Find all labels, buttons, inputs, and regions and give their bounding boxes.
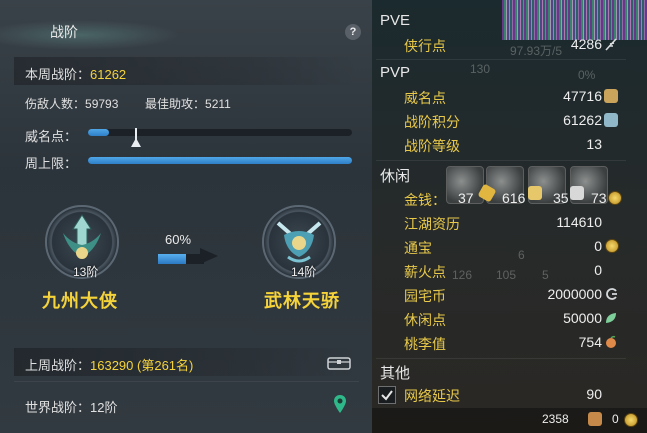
background-text: 126 bbox=[452, 268, 473, 282]
weekly-cap-progress-bar bbox=[88, 157, 352, 164]
current-tier-name: 九州大侠 bbox=[42, 291, 118, 311]
next-tier-name: 武林天骄 bbox=[264, 291, 340, 311]
silver-ingot-icon bbox=[528, 186, 542, 200]
divider bbox=[376, 160, 626, 161]
section-pve-header: PVE bbox=[380, 12, 411, 29]
copper-ingot-icon bbox=[570, 186, 584, 200]
help-icon[interactable]: ? bbox=[345, 24, 361, 40]
latency-checkbox[interactable] bbox=[378, 386, 396, 404]
leisure-item-label: 通宝 bbox=[404, 240, 432, 256]
weekly-rank: 本周战阶：61262 bbox=[25, 64, 126, 83]
war-rank-panel: 战阶 ? 本周战阶：61262 伤敌人数：59793 最佳助攻：5211 威名点… bbox=[0, 0, 372, 433]
leisure-item-label: 薪火点 bbox=[404, 264, 446, 280]
section-other-header: 其他 bbox=[380, 365, 411, 382]
leisure-item-value: 0 bbox=[594, 262, 602, 278]
leisure-item-value: 50000 bbox=[563, 310, 602, 326]
leisure-item-label: 江湖资历 bbox=[404, 216, 460, 232]
tongbao-coin-icon bbox=[605, 239, 619, 253]
pvp-item-value: 13 bbox=[586, 136, 602, 152]
pvp-item-label: 战阶积分 bbox=[404, 114, 460, 130]
last-week-rank: 上周战阶：163290 (第261名) bbox=[25, 355, 193, 374]
section-pvp-header: PVP bbox=[380, 64, 411, 81]
map-pin-icon[interactable] bbox=[333, 394, 347, 414]
pvp-item-label: 威名点 bbox=[404, 90, 446, 106]
currency-panel: 130 0% 97.93万/5 126 105 5 6 PVE 侠行点 4286… bbox=[372, 0, 647, 433]
world-rank-value: 12阶 bbox=[90, 400, 118, 415]
leaf-icon bbox=[604, 311, 618, 325]
title-decoration bbox=[0, 20, 180, 50]
prestige-icon bbox=[604, 89, 618, 103]
injury-count: 伤敌人数：59793 bbox=[25, 95, 118, 112]
war-score-icon bbox=[604, 113, 618, 127]
leisure-item-value: 0 bbox=[594, 238, 602, 254]
best-assist: 最佳助攻：5211 bbox=[145, 95, 231, 112]
leisure-item-label: 园宅币 bbox=[404, 288, 446, 304]
latency-value: 90 bbox=[586, 386, 602, 402]
pve-item-value: 4286 bbox=[570, 36, 602, 52]
panel-title: 战阶 bbox=[50, 24, 78, 40]
divider bbox=[376, 59, 626, 60]
weekly-rank-value: 61262 bbox=[90, 67, 127, 82]
header-decoration bbox=[502, 0, 647, 40]
best-assist-label: 最佳助攻： bbox=[145, 97, 206, 111]
leisure-item-value: 2000000 bbox=[547, 286, 602, 302]
current-tier-rank: 13阶 bbox=[73, 265, 99, 279]
footer-coin-icon bbox=[624, 413, 638, 427]
next-tier-rank: 14阶 bbox=[291, 265, 317, 279]
divider bbox=[14, 381, 359, 382]
weekly-cap-label: 周上限： bbox=[25, 156, 78, 171]
tier-progress-bar bbox=[158, 254, 204, 264]
weekly-rank-label: 本周战阶： bbox=[25, 67, 91, 82]
background-text: 105 bbox=[496, 268, 517, 282]
tier-progress-percent: 60% bbox=[165, 232, 192, 247]
latency-label: 网络延迟 bbox=[404, 388, 460, 404]
pve-item-label: 侠行点 bbox=[404, 38, 446, 54]
background-text: 0% bbox=[578, 68, 596, 82]
money-silver-value: 616 bbox=[502, 190, 526, 206]
world-rank: 世界战阶：12阶 bbox=[25, 397, 117, 416]
weekly-cap-progress-fill bbox=[88, 157, 352, 164]
last-week-value: 163290 (第261名) bbox=[90, 358, 194, 373]
prestige-marker-icon bbox=[131, 138, 142, 147]
coin-icon bbox=[608, 191, 622, 205]
footer-bar bbox=[372, 408, 647, 433]
prestige-progress-fill bbox=[88, 129, 110, 136]
money-label: 金钱： bbox=[404, 192, 446, 208]
money-gold-value: 37 bbox=[458, 190, 474, 206]
leisure-item-value: 114610 bbox=[556, 214, 602, 230]
money-other-value: 73 bbox=[591, 190, 607, 206]
peach-icon bbox=[604, 335, 618, 349]
check-icon bbox=[381, 390, 393, 401]
pvp-item-value: 61262 bbox=[563, 112, 602, 128]
world-rank-label: 世界战阶： bbox=[25, 400, 91, 415]
divider bbox=[376, 358, 626, 359]
money-copper-value: 35 bbox=[553, 190, 569, 206]
prestige-progress-bar bbox=[88, 129, 352, 136]
background-text: 130 bbox=[470, 62, 491, 76]
chest-icon[interactable] bbox=[327, 354, 351, 370]
footer-value-a: 2358 bbox=[542, 412, 569, 426]
pvp-item-label: 战阶等级 bbox=[404, 138, 460, 154]
footer-value-b: 0 bbox=[612, 412, 619, 426]
best-assist-value: 5211 bbox=[205, 97, 231, 111]
last-week-label: 上周战阶： bbox=[25, 358, 91, 373]
leisure-item-label: 桃李值 bbox=[404, 336, 446, 352]
footer-item-icon bbox=[588, 412, 602, 426]
leisure-item-label: 休闲点 bbox=[404, 312, 446, 328]
tier-arrow-icon bbox=[200, 248, 218, 264]
injury-count-label: 伤敌人数： bbox=[25, 97, 86, 111]
house-coin-icon bbox=[604, 287, 618, 301]
prestige-label: 威名点： bbox=[25, 129, 78, 144]
injury-count-value: 59793 bbox=[85, 97, 119, 111]
section-leisure-header: 休闲 bbox=[380, 168, 411, 185]
pvp-item-value: 47716 bbox=[563, 88, 602, 104]
tier-progress-fill bbox=[158, 254, 186, 264]
leisure-item-value: 754 bbox=[578, 334, 602, 350]
feather-icon bbox=[604, 37, 618, 51]
